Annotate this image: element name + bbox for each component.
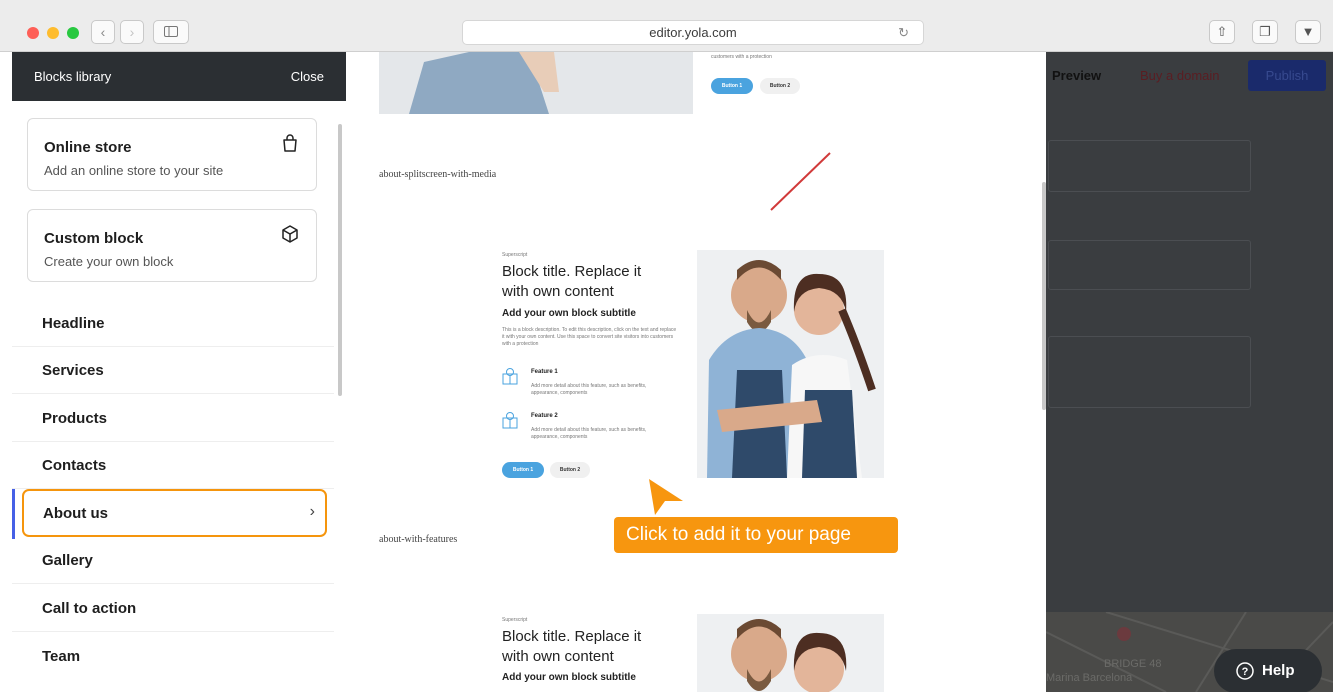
map-label: BRIDGE 48 [1104, 658, 1162, 670]
panel-title: Blocks library [34, 69, 112, 84]
sidebar-item-label: Call to action [42, 600, 137, 617]
sidebar-item-contacts[interactable]: Contacts [12, 442, 334, 489]
block-label: about-splitscreen-with-media [379, 169, 497, 180]
question-icon: ? [1236, 662, 1254, 680]
sidebar-item-label: Products [42, 410, 108, 427]
block-description: This is a block description. To edit thi… [502, 327, 677, 347]
block-title: Block title. Replace it [502, 628, 642, 645]
block-title: with own content [502, 283, 614, 300]
block-button-1: Button 1 [711, 78, 753, 94]
feature-icon [502, 368, 518, 385]
sidebar-item-headline[interactable]: Headline [12, 300, 334, 347]
shopping-bag-icon [283, 134, 297, 152]
sidebar-item-label: Team [42, 648, 81, 665]
card-description: Add an online store to your site [44, 163, 224, 178]
card-description: Create your own block [44, 254, 174, 269]
map-label: Marina Barcelona [1046, 672, 1133, 684]
block-title: Block title. Replace it [502, 263, 642, 280]
block-button-2: Button 2 [550, 462, 590, 478]
sidebar-item-label: About us [43, 505, 108, 522]
close-button[interactable]: Close [291, 69, 324, 84]
block-superscript: Superscript [502, 617, 528, 623]
sidebar-item-label: Gallery [42, 552, 93, 569]
sidebar-item-label: Services [42, 362, 104, 379]
block-superscript: Superscript [502, 252, 528, 258]
sidebar-toggle-icon[interactable] [153, 20, 189, 44]
block-subtitle: Add your own block subtitle [502, 672, 636, 683]
sidebar-item-label: Headline [42, 315, 105, 332]
panel-header: Blocks library Close [12, 52, 346, 101]
preview-button[interactable]: Preview [1052, 68, 1101, 83]
editor-background: Preview Buy a domain Publish BRIDGE 48 M… [1045, 52, 1333, 692]
block-image [379, 52, 693, 114]
publish-button[interactable]: Publish [1248, 60, 1326, 91]
sidebar-item-products[interactable]: Products [12, 395, 334, 442]
browser-toolbar: ‹ › editor.yola.com ↻ ⇧ ❐ ▼ [0, 0, 1333, 52]
sidebar-item-services[interactable]: Services [12, 347, 334, 394]
form-field [1048, 240, 1251, 290]
feature-icon [502, 412, 518, 429]
blocks-library-panel: Blocks library Close Online store Add an… [12, 52, 346, 692]
sidebar-scrollbar[interactable] [338, 124, 342, 396]
cube-icon [282, 225, 298, 243]
block-photo [697, 614, 884, 692]
sidebar-item-label: Contacts [42, 457, 107, 474]
buy-domain-link[interactable]: Buy a domain [1140, 68, 1220, 83]
block-label: about-with-features [379, 534, 458, 545]
svg-text:?: ? [1242, 666, 1249, 678]
help-label: Help [1262, 662, 1295, 679]
maximize-window-button[interactable] [67, 27, 79, 39]
chevron-right-icon: › [309, 503, 315, 520]
card-online-store[interactable]: Online store Add an online store to your… [27, 118, 317, 191]
card-title: Online store [44, 139, 132, 156]
block-title: with own content [502, 648, 614, 665]
card-title: Custom block [44, 230, 144, 247]
block-photo [697, 250, 884, 478]
tooltip-callout: Click to add it to your page [614, 517, 898, 553]
close-window-button[interactable] [27, 27, 39, 39]
back-icon[interactable]: ‹ [91, 20, 115, 44]
reload-icon[interactable]: ↻ [898, 21, 909, 45]
share-icon[interactable]: ⇧ [1209, 20, 1235, 44]
red-line-decoration [770, 152, 831, 211]
block-text: customers with a protection [711, 54, 772, 60]
feature-title: Feature 1 [531, 369, 558, 375]
form-field [1048, 336, 1251, 408]
sidebar-item-call-to-action[interactable]: Call to action [12, 585, 334, 632]
tabs-icon[interactable]: ❐ [1252, 20, 1278, 44]
block-about-splitscreen[interactable]: Superscript Block title. Replace it with… [488, 612, 688, 692]
minimize-window-button[interactable] [47, 27, 59, 39]
pointer-arrow-icon [649, 479, 683, 515]
feature-description: Add more detail about this feature, such… [531, 383, 647, 396]
feature-title: Feature 2 [531, 413, 558, 419]
block-subtitle: Add your own block subtitle [502, 308, 636, 319]
blocks-preview-pane: customers with a protection Button 1 But… [346, 52, 1046, 692]
feature-description: Add more detail about this feature, such… [531, 427, 647, 440]
address-bar[interactable]: editor.yola.com ↻ [462, 20, 924, 45]
help-button[interactable]: ? Help [1214, 649, 1322, 692]
card-custom-block[interactable]: Custom block Create your own block [27, 209, 317, 282]
download-icon[interactable]: ▼ [1295, 20, 1321, 44]
url-text: editor.yola.com [649, 25, 737, 40]
sidebar-item-about-us[interactable]: About us › [22, 489, 327, 537]
block-button-1: Button 1 [502, 462, 544, 478]
sidebar-item-gallery[interactable]: Gallery [12, 537, 334, 584]
block-button-2: Button 2 [760, 78, 800, 94]
block-about-with-features[interactable]: Superscript Block title. Replace it with… [488, 247, 688, 487]
forward-icon[interactable]: › [120, 20, 144, 44]
sidebar-item-team[interactable]: Team [12, 633, 334, 680]
form-field [1048, 140, 1251, 192]
selected-indicator [12, 489, 15, 539]
